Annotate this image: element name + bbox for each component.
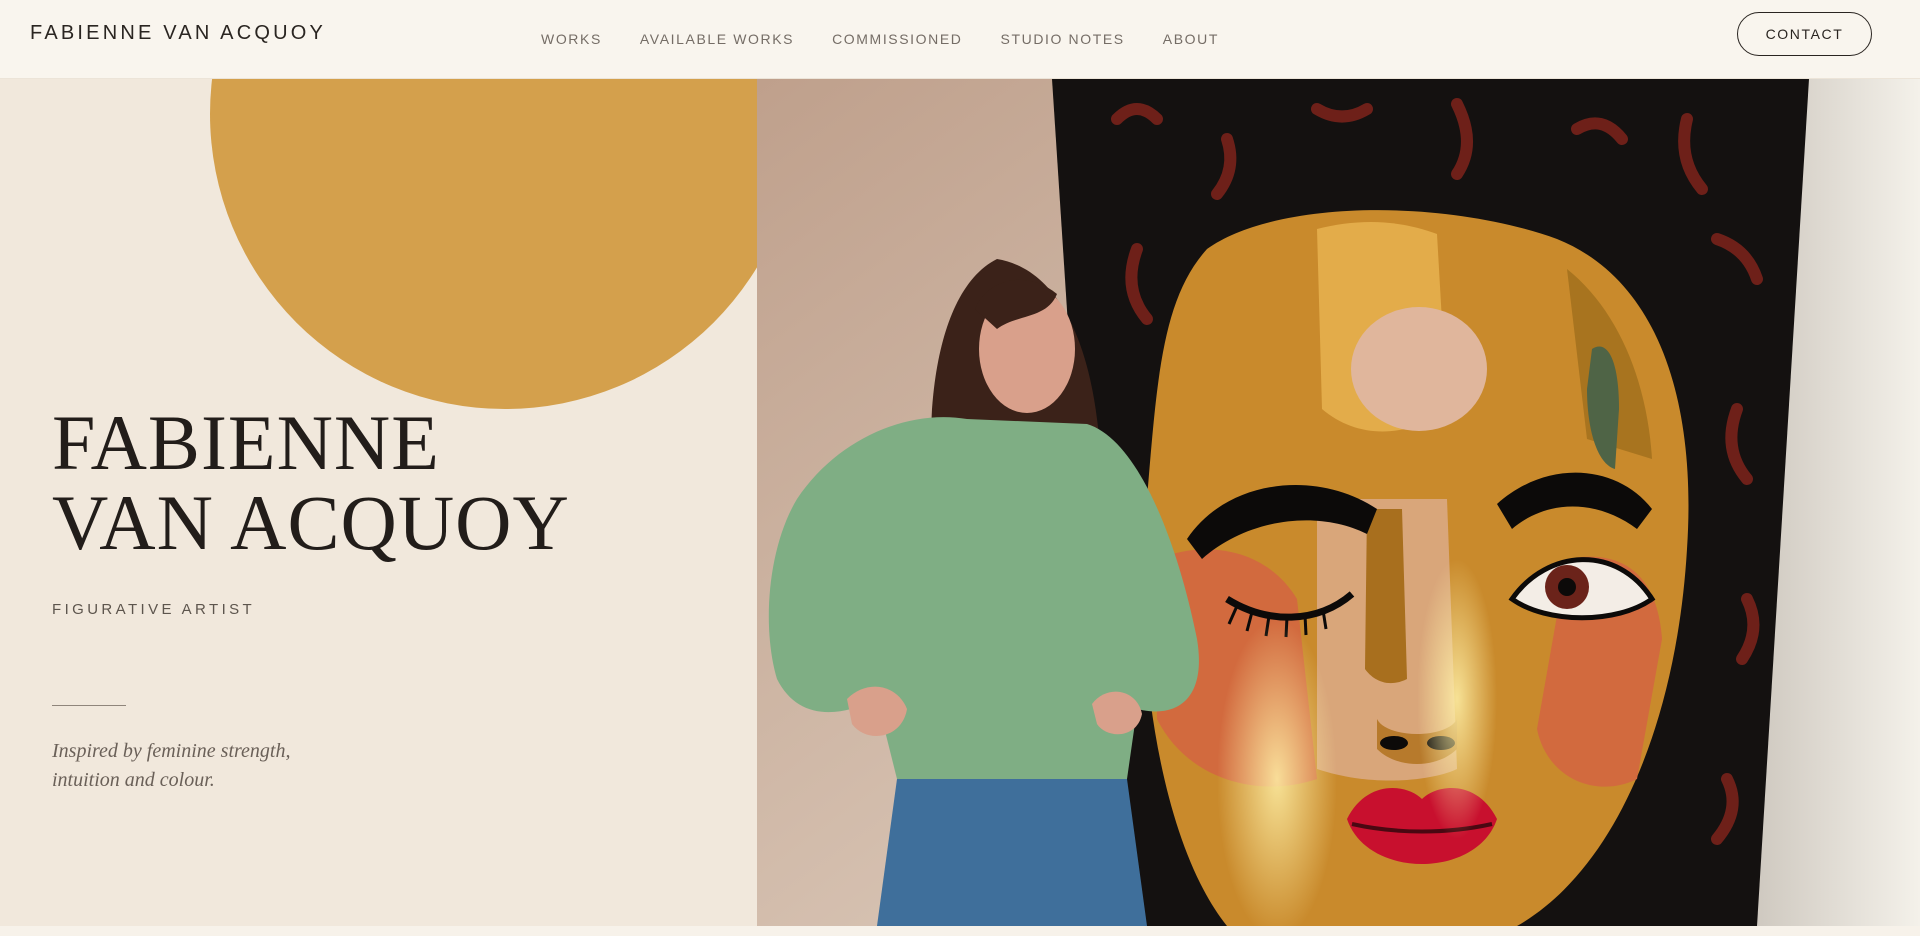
hero-subtitle: FIGURATIVE ARTIST xyxy=(52,601,256,618)
nav-link-commissioned[interactable]: COMMISSIONED xyxy=(832,31,962,47)
brand-logo-link[interactable]: FABIENNE VAN ACQUOY xyxy=(30,22,326,45)
contact-button[interactable]: CONTACT xyxy=(1737,12,1872,56)
divider-line xyxy=(52,705,126,706)
nav-link-about[interactable]: ABOUT xyxy=(1163,31,1219,47)
artist-portrait-photo xyxy=(757,79,1920,926)
hero-title: FABIENNE VAN ACQUOY xyxy=(52,403,570,563)
nav-link-available-works[interactable]: AVAILABLE WORKS xyxy=(640,31,794,47)
hero-title-line-2: VAN ACQUOY xyxy=(52,479,570,566)
nav-link-works[interactable]: WORKS xyxy=(541,31,602,47)
decorative-sun-circle xyxy=(210,79,757,409)
hero-section: FABIENNE VAN ACQUOY FIGURATIVE ARTIST In… xyxy=(0,79,1920,926)
tagline-line-2: intuition and colour. xyxy=(52,769,215,791)
nav-link-studio-notes[interactable]: STUDIO NOTES xyxy=(1001,31,1125,47)
hero-title-line-1: FABIENNE xyxy=(52,399,440,486)
bottom-strip xyxy=(0,926,1920,936)
tagline-line-1: Inspired by feminine strength, xyxy=(52,740,291,762)
hero-text-panel: FABIENNE VAN ACQUOY FIGURATIVE ARTIST In… xyxy=(0,79,757,926)
hero-tagline: Inspired by feminine strength, intuition… xyxy=(52,737,372,795)
site-header: FABIENNE VAN ACQUOY WORKS AVAILABLE WORK… xyxy=(0,0,1920,79)
